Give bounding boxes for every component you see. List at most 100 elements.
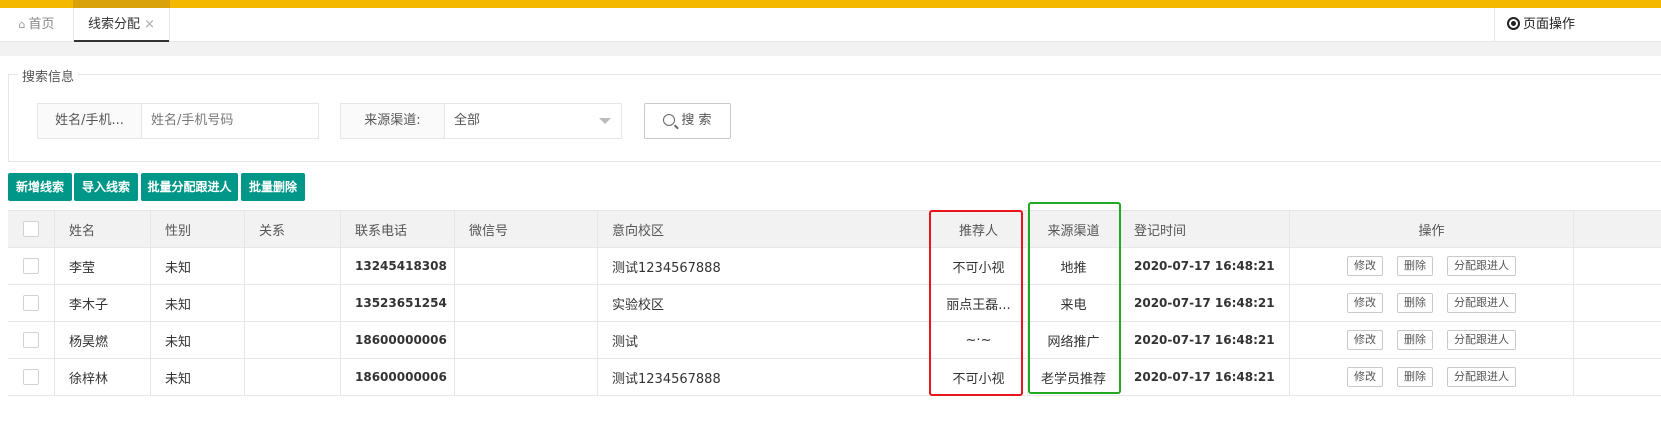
table-header: 姓名 性别 关系 联系电话 微信号 意向校区 推荐人 来源渠道 登记时间 操作 [8,210,1661,248]
cell-campus: 测试1234567888 [598,248,930,284]
cell-phone: 13245418308 [341,248,455,284]
page-operations-button[interactable]: 页面操作 [1494,8,1661,41]
table-row: 徐梓林 未知 18600000006 测试1234567888 不可小视 老学员… [8,359,1661,396]
cell-wechat [455,285,598,321]
cell-source: 来电 [1028,285,1120,321]
cell-name: 李莹 [55,248,151,284]
add-lead-button[interactable]: 新增线索 [8,173,72,201]
header-source: 来源渠道 [1028,211,1120,247]
header-campus: 意向校区 [598,211,930,247]
edit-button[interactable]: 修改 [1347,330,1383,350]
row-select-cell [8,359,55,395]
assign-follower-button[interactable]: 分配跟进人 [1447,330,1516,350]
tab-active-label: 线索分配 [88,17,141,32]
table-row: 李木子 未知 13523651254 实验校区 丽点王磊... 来电 2020-… [8,285,1661,322]
cell-wechat [455,359,598,395]
tab-home-label: 首页 [28,17,55,32]
top-accent-bar [0,0,1661,8]
search-icon [663,114,676,126]
header-relation: 关系 [245,211,341,247]
active-tab-accent [73,0,170,8]
cell-gender: 未知 [151,359,245,395]
row-checkbox[interactable] [23,369,39,385]
header-time: 登记时间 [1120,211,1290,247]
header-name: 姓名 [55,211,151,247]
cell-relation [245,359,341,395]
cell-name: 李木子 [55,285,151,321]
row-checkbox[interactable] [23,332,39,348]
row-checkbox[interactable] [23,258,39,274]
edit-button[interactable]: 修改 [1347,293,1383,313]
batch-delete-button[interactable]: 批量删除 [241,173,305,201]
row-select-cell [8,285,55,321]
cell-source: 地推 [1028,248,1120,284]
cell-referrer: 不可小视 [930,248,1028,284]
cell-source: 网络推广 [1028,322,1120,358]
import-leads-button[interactable]: 导入线索 [74,173,138,201]
table-row: 李莹 未知 13245418308 测试1234567888 不可小视 地推 2… [8,248,1661,285]
cell-gender: 未知 [151,322,245,358]
select-all-cell [8,211,55,247]
cell-phone: 18600000006 [341,359,455,395]
tab-lead-assignment[interactable]: 线索分配 × [73,8,170,42]
cell-time: 2020-07-17 16:48:21 [1120,285,1290,321]
assign-follower-button[interactable]: 分配跟进人 [1447,367,1516,387]
edit-button[interactable]: 修改 [1347,367,1383,387]
delete-button[interactable]: 删除 [1397,256,1433,276]
delete-button[interactable]: 删除 [1397,293,1433,313]
edit-button[interactable]: 修改 [1347,256,1383,276]
header-phone: 联系电话 [341,211,455,247]
page-ops-label: 页面操作 [1523,17,1576,32]
name-phone-filter: 姓名/手机... 姓名/手机号码 [37,103,319,139]
header-referrer: 推荐人 [930,211,1028,247]
source-filter: 来源渠道: 全部 [340,103,622,139]
cell-source: 老学员推荐 [1028,359,1120,395]
cell-actions: 修改 删除 分配跟进人 [1290,285,1574,321]
name-phone-label: 姓名/手机... [38,104,142,138]
cell-wechat [455,322,598,358]
delete-button[interactable]: 删除 [1397,367,1433,387]
select-all-checkbox[interactable] [23,221,39,237]
cell-gender: 未知 [151,248,245,284]
cell-relation [245,322,341,358]
cell-relation [245,285,341,321]
cell-gender: 未知 [151,285,245,321]
row-select-cell [8,248,55,284]
home-icon: ⌂ [18,18,26,31]
tab-home[interactable]: ⌂ 首页 [0,8,73,41]
assign-follower-button[interactable]: 分配跟进人 [1447,293,1516,313]
chevron-down-icon[interactable] [599,118,611,124]
cell-phone: 13523651254 [341,285,455,321]
name-phone-input[interactable]: 姓名/手机号码 [141,104,321,138]
cell-campus: 实验校区 [598,285,930,321]
cell-actions: 修改 删除 分配跟进人 [1290,322,1574,358]
cell-campus: 测试1234567888 [598,359,930,395]
search-button[interactable]: 搜 索 [644,103,731,139]
source-select[interactable]: 全部 [444,104,614,138]
cell-actions: 修改 删除 分配跟进人 [1290,248,1574,284]
close-icon[interactable]: × [144,8,155,41]
assign-follower-button[interactable]: 分配跟进人 [1447,256,1516,276]
cell-phone: 18600000006 [341,322,455,358]
cell-time: 2020-07-17 16:48:21 [1120,359,1290,395]
delete-button[interactable]: 删除 [1397,330,1433,350]
target-icon [1507,17,1520,30]
header-wechat: 微信号 [455,211,598,247]
source-label: 来源渠道: [341,104,445,138]
cell-time: 2020-07-17 16:48:21 [1120,248,1290,284]
search-button-label: 搜 索 [681,113,712,128]
cell-name: 徐梓林 [55,359,151,395]
cell-referrer: 不可小视 [930,359,1028,395]
cell-actions: 修改 删除 分配跟进人 [1290,359,1574,395]
row-checkbox[interactable] [23,295,39,311]
row-select-cell [8,322,55,358]
cell-referrer: 丽点王磊... [930,285,1028,321]
cell-wechat [455,248,598,284]
table-row: 杨昊燃 未知 18600000006 测试 ~·~ 网络推广 2020-07-1… [8,322,1661,359]
cell-time: 2020-07-17 16:48:21 [1120,322,1290,358]
cell-relation [245,248,341,284]
cell-name: 杨昊燃 [55,322,151,358]
search-legend: 搜索信息 [18,66,79,85]
tab-bar: ⌂ 首页 线索分配 × 页面操作 [0,8,1661,42]
batch-assign-button[interactable]: 批量分配跟进人 [141,173,238,201]
